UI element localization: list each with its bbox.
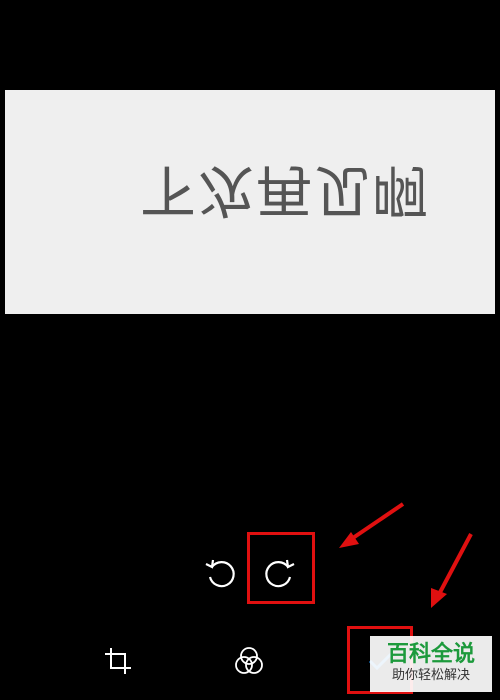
crop-icon — [105, 648, 131, 674]
rotate-right-button[interactable] — [262, 555, 298, 591]
rotate-left-icon — [205, 559, 235, 588]
annotation-arrow-rotate — [339, 502, 405, 548]
watermark-logo: 百科全说 助你轻松解决 — [370, 636, 492, 692]
filter-button[interactable] — [231, 643, 267, 679]
rotate-left-button[interactable] — [202, 555, 238, 591]
rotate-right-icon — [265, 559, 295, 588]
filter-icon — [235, 647, 263, 674]
annotation-arrow-confirm — [431, 533, 473, 608]
photo-text: 下次再见啊 — [140, 157, 430, 223]
watermark-title: 百科全说 — [386, 642, 475, 667]
crop-button[interactable] — [100, 643, 136, 679]
watermark-subtitle: 助你轻松解决 — [391, 668, 470, 683]
